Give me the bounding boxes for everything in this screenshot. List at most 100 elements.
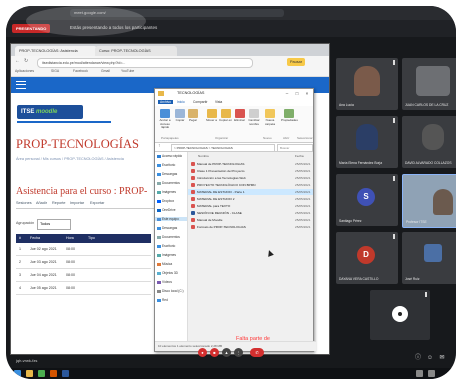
copy-to-button[interactable]: Copiar en: [219, 109, 232, 123]
participant-tile[interactable]: María Elena Fernández Borja: [336, 116, 398, 168]
up-arrow-icon[interactable]: ↑: [158, 143, 161, 149]
minimize-icon[interactable]: –: [283, 90, 291, 98]
pin-button[interactable]: Anclar a Acceso rápido: [157, 109, 173, 130]
back-icon[interactable]: ←: [15, 58, 20, 64]
nav-item[interactable]: Descargas: [157, 226, 177, 230]
windows-start-icon[interactable]: [14, 370, 21, 377]
column-date[interactable]: Fecha: [295, 154, 304, 158]
column-name[interactable]: Nombre: [198, 154, 209, 158]
file-item[interactable]: Clase 1 Presentación del Proyecto 25/05/2…: [188, 168, 313, 174]
file-item[interactable]: Formato de PROP-TECNOLOGIAS 25/05/2021: [188, 224, 313, 230]
word-taskbar-icon[interactable]: [62, 370, 69, 377]
participant-tile[interactable]: S Santiago Pérez: [336, 174, 398, 226]
url-field[interactable]: itsedistancia.edu.pe/mod/attendance/view…: [37, 58, 253, 68]
nav-item[interactable]: Documentos: [157, 235, 180, 239]
delete-button[interactable]: Eliminar: [233, 109, 246, 123]
pause-button[interactable]: Pausar: [287, 58, 305, 66]
nav-item[interactable]: Escritorio: [157, 163, 175, 167]
close-icon[interactable]: ×: [303, 90, 311, 98]
nav-item[interactable]: Red: [157, 298, 168, 302]
nav-item[interactable]: Este equipo: [155, 217, 187, 221]
people-icon[interactable]: ☺: [426, 354, 434, 362]
file-explorer-taskbar-icon[interactable]: [26, 370, 33, 377]
chrome-taskbar-icon[interactable]: [38, 370, 45, 377]
pin-icon[interactable]: [393, 176, 395, 181]
nav-item[interactable]: Imágenes: [157, 190, 176, 194]
mic-icon[interactable]: ●: [198, 348, 207, 357]
move-to-button[interactable]: Mover a: [205, 109, 218, 123]
bookmark-item[interactable]: Facebook: [73, 69, 88, 73]
browser-tab-course[interactable]: Curso: PROP-TECNOLOGÍAS: [95, 46, 177, 56]
camera-icon[interactable]: ■: [210, 348, 219, 357]
table-row[interactable]: 1 Jue 02 ago 2021 08:00: [16, 243, 151, 256]
hangup-icon[interactable]: ✆: [250, 348, 264, 357]
table-row[interactable]: 2 Jue 03 ago 2021 08:00: [16, 256, 151, 269]
volume-tray-icon[interactable]: [428, 370, 435, 377]
file-item[interactable]: MATERIAL para TEXTO 25/05/2021: [188, 203, 313, 209]
table-row[interactable]: 3 Jue 04 ago 2021 08:00: [16, 269, 151, 282]
path-field[interactable]: > PROP-TECNOLOGIAS > TECNOLOGIAS: [171, 144, 275, 152]
pin-icon[interactable]: [393, 60, 395, 65]
nav-item[interactable]: OneDrive: [157, 208, 175, 212]
file-item[interactable]: SESIÓN DE REUNIÓN - CLASE 25/05/2021: [188, 210, 313, 216]
ribbon-tab-share[interactable]: Compartir: [193, 100, 207, 104]
nav-item[interactable]: Dropbox: [157, 199, 174, 203]
file-item[interactable]: MATERIAL DE ESTUDIO - Parte 1 25/05/2021: [188, 189, 313, 195]
bookmark-item[interactable]: Aplicaciones: [15, 69, 34, 73]
properties-button[interactable]: Propiedades: [281, 109, 298, 123]
file-item[interactable]: MATERIAL DE ESTUDIO 2 25/05/2021: [188, 196, 313, 202]
group-select[interactable]: Todos: [37, 219, 71, 230]
maximize-icon[interactable]: □: [293, 90, 301, 98]
file-item[interactable]: Manual de PROP-TECNOLOGIAS 25/05/2021: [188, 161, 313, 167]
tab-import[interactable]: Importar: [70, 201, 84, 205]
menu-icon[interactable]: [16, 81, 26, 89]
ribbon-tab-file[interactable]: Archivo: [158, 100, 173, 104]
nav-item[interactable]: Vídeos: [157, 280, 172, 284]
nav-item[interactable]: Objetos 3D: [157, 271, 178, 275]
participant-tile-active[interactable]: Profesor ITSE: [402, 174, 456, 228]
copy-button[interactable]: Copiar: [174, 109, 186, 123]
nav-item[interactable]: Disco local (C:): [157, 289, 184, 293]
pin-icon[interactable]: [425, 292, 427, 297]
reload-icon[interactable]: ↻: [24, 58, 28, 64]
tab-report[interactable]: Reporte: [52, 201, 66, 205]
table-row[interactable]: 4 Jue 05 ago 2021 08:00: [16, 282, 151, 295]
file-item[interactable]: PROYECTO TECNOLÓGICO CON BPMN 25/05/2021: [188, 182, 313, 188]
participant-tile[interactable]: Ana Lucía: [336, 58, 398, 110]
participant-tile[interactable]: D DAYANA VERA CASTILLO: [336, 232, 398, 284]
participant-tile[interactable]: DAVID ALVARADO COLLAZOS: [402, 116, 456, 168]
new-folder-button[interactable]: Nueva carpeta: [263, 109, 277, 126]
breadcrumb[interactable]: Área personal / Mis cursos / PROP-TECNOL…: [16, 157, 156, 162]
nav-item[interactable]: Descargas: [157, 172, 177, 176]
participant-tile[interactable]: JUAN CARLOS DE LA CRUZ: [402, 58, 456, 110]
tab-sessions[interactable]: Sesiones: [16, 201, 32, 205]
bookmark-item[interactable]: YouTube: [121, 69, 134, 73]
paste-button[interactable]: Pegar: [187, 109, 199, 123]
file-item[interactable]: Introducción a las Tecnologías Web 25/05/…: [188, 175, 313, 181]
participant-tile[interactable]: José Ruiz: [402, 232, 456, 284]
nav-item[interactable]: Documentos: [157, 181, 180, 185]
pin-icon[interactable]: [393, 118, 395, 123]
bookmark-item[interactable]: Gmail: [101, 69, 110, 73]
powerpoint-taskbar-icon[interactable]: [50, 370, 57, 377]
tab-export[interactable]: Exportar: [90, 201, 104, 205]
info-icon[interactable]: ⓘ: [414, 354, 422, 362]
chat-icon[interactable]: ✉: [438, 354, 446, 362]
rename-button[interactable]: Cambiar nombre: [247, 109, 261, 126]
nav-item[interactable]: Música: [157, 262, 172, 266]
nav-item[interactable]: Imágenes: [157, 253, 176, 257]
pin-icon[interactable]: [393, 234, 395, 239]
browser-tab-attendance[interactable]: PROP-TECNOLOGÍAS: Asistencia: [15, 46, 97, 56]
file-item[interactable]: Manual de Moodle 25/05/2021: [188, 217, 313, 223]
nav-item[interactable]: Acceso rápido: [157, 154, 182, 158]
ribbon-tab-home[interactable]: Inicio: [177, 100, 185, 104]
more-icon[interactable]: ⋮: [234, 348, 243, 357]
present-icon[interactable]: ▲: [222, 348, 231, 357]
self-view-tile[interactable]: [370, 290, 430, 340]
tab-add[interactable]: Añadir: [36, 201, 47, 205]
network-tray-icon[interactable]: [416, 370, 423, 377]
ribbon-tab-view[interactable]: Vista: [215, 100, 222, 104]
nav-item[interactable]: Escritorio: [157, 244, 175, 248]
bookmark-item[interactable]: SIGA: [51, 69, 59, 73]
search-field[interactable]: Buscar: [277, 144, 313, 152]
